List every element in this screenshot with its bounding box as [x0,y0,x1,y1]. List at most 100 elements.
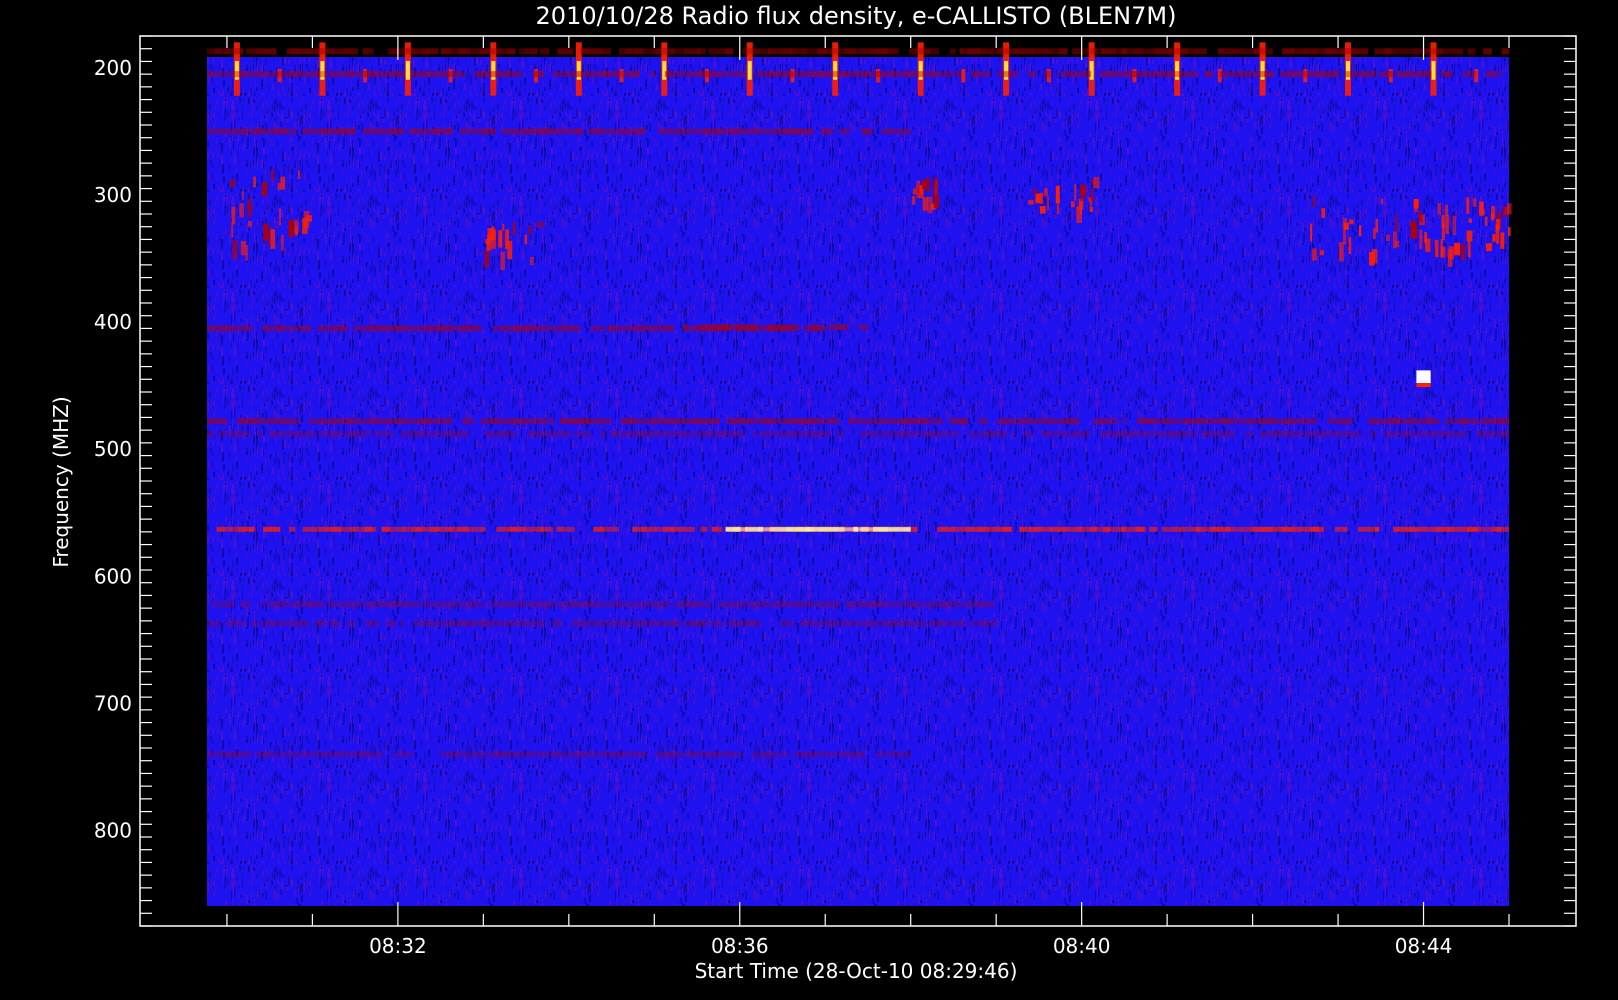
burst-mark [247,198,252,218]
frequency-band [1222,418,1231,425]
frequency-band [1241,418,1249,425]
frequency-band [856,418,868,425]
frequency-band [1374,526,1380,532]
frequency-band [884,620,895,627]
frequency-band [1082,431,1090,437]
frequency-band [261,620,265,627]
frequency-band [305,48,313,55]
frequency-band [432,128,440,135]
frequency-band [1112,48,1117,55]
burst-mark [1348,237,1352,255]
frequency-band [561,325,567,332]
frequency-band [653,431,660,437]
frequency-band [988,48,994,55]
frequency-band [362,128,366,135]
frequency-band [1289,431,1292,437]
frequency-band [1503,431,1508,437]
frequency-band [961,601,965,608]
burst-mark [1472,198,1477,207]
frequency-band [972,526,975,532]
frequency-band [574,128,583,135]
frequency-band [502,526,510,532]
frequency-band [1429,71,1432,78]
frequency-band [1067,526,1078,532]
frequency-band [1450,526,1456,532]
frequency-band [524,48,531,55]
x-tick-label: 08:36 [711,934,769,958]
frequency-band [340,325,348,332]
frequency-band [802,751,807,758]
burst-mark [270,229,276,249]
frequency-band [1379,418,1387,425]
frequency-band [574,71,583,78]
burst-mark [261,182,268,197]
frequency-band [315,620,326,627]
frequency-band [1507,431,1509,437]
frequency-band [382,71,386,78]
frequency-band [294,431,300,437]
frequency-band [454,71,462,78]
frequency-band [992,526,1001,532]
frequency-band [428,128,433,135]
frequency-band [305,128,310,135]
frequency-band [579,431,586,437]
frequency-band [760,418,765,425]
frequency-band [727,418,736,425]
burst-mark [1093,176,1100,189]
frequency-band [1334,71,1339,78]
frequency-band [531,128,538,135]
frequency-band [1076,431,1082,437]
burst-mark [505,229,509,249]
frequency-band [682,71,688,78]
frequency-band [513,71,523,78]
frequency-band [628,431,635,437]
frequency-band [955,71,961,78]
frequency-band [493,431,497,437]
frequency-band [618,751,625,758]
frequency-band [216,526,226,532]
frequency-band [491,751,502,758]
frequency-band [1067,431,1072,437]
burst-mark [1502,206,1508,218]
frequency-band [1304,526,1311,532]
burst-mark [502,223,505,231]
frequency-band [669,620,680,627]
frequency-band [1459,418,1469,425]
frequency-band [1386,431,1393,437]
frequency-band [597,418,603,425]
frequency-band [987,620,992,627]
frequency-band [541,620,545,627]
frequency-band [813,324,816,331]
frequency-band [687,48,698,55]
burst-mark [279,208,282,226]
frequency-band [921,418,929,425]
frequency-band [552,601,558,608]
frequency-band [1447,526,1451,532]
frequency-band [853,601,861,608]
frequency-band [1410,418,1414,425]
frequency-band [1483,48,1492,55]
frequency-band [1501,48,1509,55]
frequency-band [490,601,496,608]
frequency-band [622,431,628,437]
burst-mark [1044,188,1048,196]
frequency-band [385,418,393,425]
frequency-band [855,620,867,627]
frequency-band [1126,71,1137,78]
frequency-band [1210,526,1219,532]
frequency-band [469,526,479,532]
frequency-band [650,418,654,425]
frequency-band [207,325,213,332]
frequency-band [729,48,734,55]
frequency-band [348,526,356,532]
frequency-band [1240,526,1243,532]
frequency-band [411,526,416,532]
frequency-band [724,324,730,331]
frequency-band [437,418,441,425]
frequency-band [1094,418,1098,425]
frequency-band [1173,48,1178,55]
frequency-band [476,620,480,627]
frequency-band [699,324,708,331]
frequency-band [496,431,506,437]
frequency-band [657,418,664,425]
